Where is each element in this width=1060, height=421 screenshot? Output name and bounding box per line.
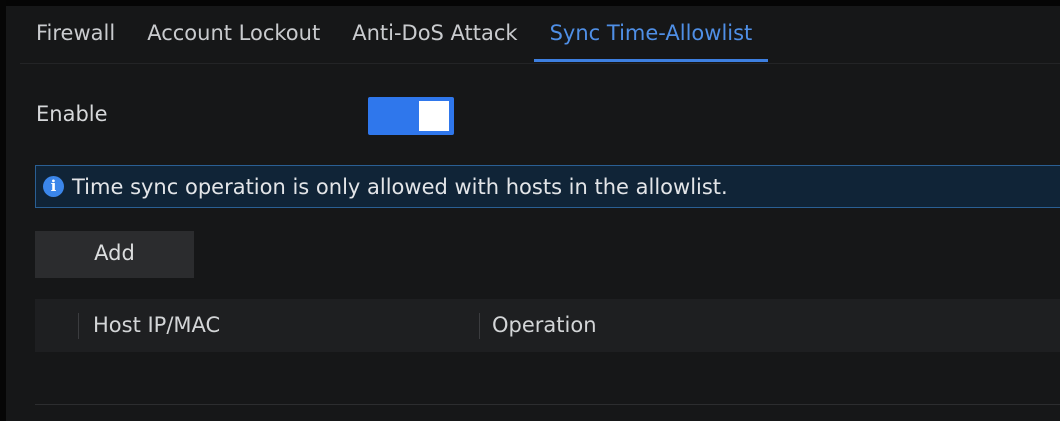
tab-bar: Firewall Account Lockout Anti-DoS Attack… bbox=[20, 12, 769, 64]
allowlist-table-header: Host IP/MAC Operation bbox=[35, 299, 1060, 352]
column-header-host-ip-mac[interactable]: Host IP/MAC bbox=[93, 313, 220, 337]
info-text: Time sync operation is only allowed with… bbox=[72, 174, 728, 199]
sync-time-allowlist-page: Firewall Account Lockout Anti-DoS Attack… bbox=[0, 0, 1060, 421]
tab-sync-time-allowlist[interactable]: Sync Time-Allowlist bbox=[533, 12, 769, 62]
top-edge bbox=[0, 0, 1060, 6]
info-icon: i bbox=[43, 176, 64, 197]
table-bottom-line bbox=[35, 404, 1060, 405]
column-separator bbox=[479, 313, 480, 339]
tab-account-lockout[interactable]: Account Lockout bbox=[131, 12, 336, 62]
info-banner: i Time sync operation is only allowed wi… bbox=[35, 165, 1060, 208]
add-button[interactable]: Add bbox=[35, 231, 194, 278]
tabs-divider bbox=[20, 63, 1060, 64]
enable-toggle[interactable] bbox=[368, 97, 454, 135]
column-separator bbox=[78, 313, 79, 339]
tab-anti-dos-attack[interactable]: Anti-DoS Attack bbox=[336, 12, 533, 62]
enable-label: Enable bbox=[36, 102, 108, 126]
column-header-operation[interactable]: Operation bbox=[492, 313, 597, 337]
left-edge bbox=[0, 0, 6, 421]
toggle-knob bbox=[419, 101, 449, 131]
tab-firewall[interactable]: Firewall bbox=[20, 12, 131, 62]
